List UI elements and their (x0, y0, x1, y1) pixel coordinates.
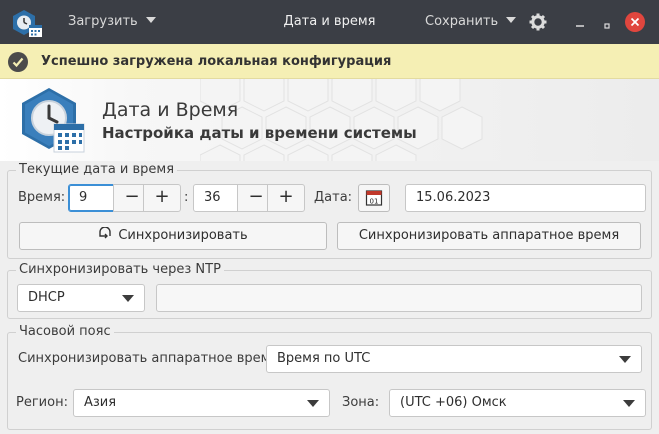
hexagon-pattern (200, 79, 483, 161)
notification-bar: Успешно загружена локальная конфигурация (0, 44, 659, 79)
maximize-button[interactable] (597, 12, 617, 32)
page-subtitle: Настройка даты и времени системы (102, 124, 417, 142)
time-separator: : (184, 190, 189, 205)
zone-value: (UTC +06) Омск (400, 395, 507, 410)
group-title: Часовой пояс (16, 324, 114, 340)
chevron-down-icon (122, 295, 134, 302)
date-input[interactable]: 15.06.2023 (405, 184, 646, 212)
zone-label: Зона: (342, 395, 380, 410)
sync-hardware-time-button[interactable]: Синхронизировать аппаратное время (337, 222, 641, 250)
sync-button-label: Синхронизировать (118, 228, 248, 243)
page-title: Дата и Время (102, 99, 239, 121)
region-label: Регион: (16, 395, 68, 410)
check-icon (8, 52, 28, 72)
hardware-time-select[interactable]: Время по UTC (266, 345, 642, 373)
date-label: Дата: (314, 190, 353, 205)
hours-input[interactable]: 9 (68, 184, 116, 212)
region-value: Азия (84, 395, 117, 410)
hours-increment-button[interactable]: + (143, 184, 181, 212)
close-button[interactable] (625, 12, 645, 32)
load-menu-button[interactable]: Загрузить (68, 0, 156, 44)
ntp-mode-value: DHCP (28, 290, 65, 305)
load-menu-label: Загрузить (68, 14, 138, 29)
hardware-time-label: Синхронизировать аппаратное время: (18, 351, 283, 366)
calendar-day-text: 01 (370, 198, 379, 206)
minimize-button[interactable] (570, 12, 590, 32)
chevron-down-icon (506, 17, 517, 23)
app-clock-icon (12, 9, 44, 39)
ntp-mode-select[interactable]: DHCP (17, 284, 145, 312)
ntp-server-input[interactable] (156, 284, 642, 312)
save-menu-label: Сохранить (425, 14, 499, 29)
chevron-down-icon (619, 356, 631, 363)
group-title: Синхронизировать через NTP (16, 262, 224, 278)
calendar-button[interactable]: 01 (358, 184, 390, 212)
save-menu-button[interactable]: Сохранить (425, 0, 517, 44)
calendar-icon: 01 (365, 190, 383, 206)
hardware-time-value: Время по UTC (277, 351, 371, 366)
chevron-down-icon (623, 400, 635, 407)
close-icon (630, 17, 640, 27)
minutes-increment-button[interactable]: + (267, 184, 305, 212)
chevron-down-icon (307, 400, 319, 407)
notification-text: Успешно загружена локальная конфигурация (41, 54, 392, 69)
zone-select[interactable]: (UTC +06) Омск (389, 389, 646, 417)
header-banner: Дата и Время Настройка даты и времени си… (0, 79, 659, 161)
title-bar: Загрузить Дата и время Сохранить (0, 0, 659, 44)
sync-button[interactable]: Синхронизировать (19, 222, 327, 250)
gear-icon[interactable] (528, 12, 548, 32)
minutes-input[interactable]: 36 (193, 184, 241, 212)
chevron-down-icon (145, 17, 156, 23)
refresh-icon (99, 226, 112, 239)
date-time-app-icon (18, 86, 88, 156)
group-title: Текущие дата и время (16, 162, 178, 178)
region-select[interactable]: Азия (73, 389, 330, 417)
time-label: Время: (18, 190, 66, 205)
